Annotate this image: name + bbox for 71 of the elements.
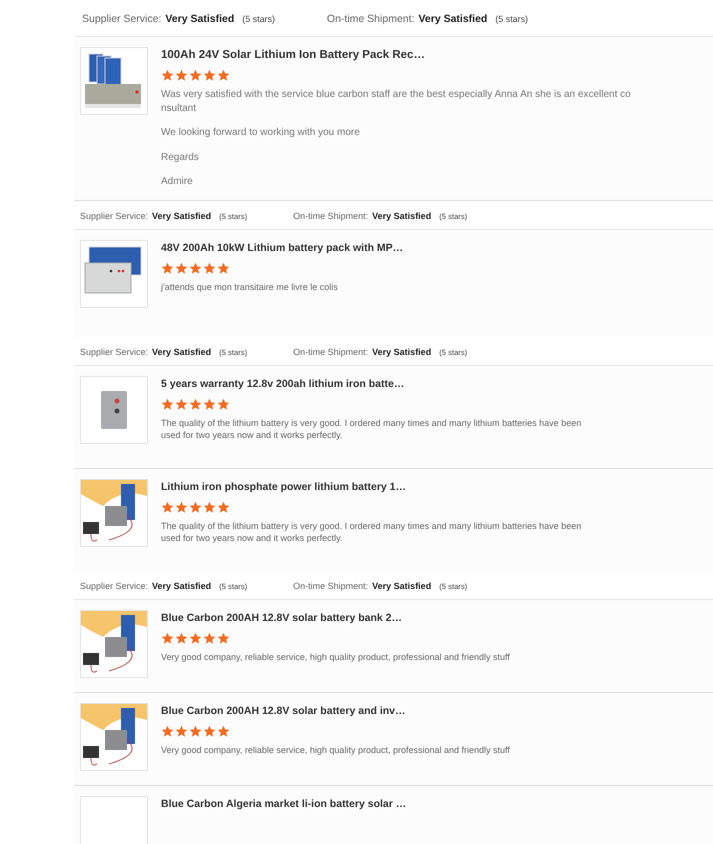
rating-stars-text: (5 stars) (242, 14, 275, 24)
star-icon (189, 398, 202, 410)
star-icon (203, 262, 216, 274)
rating-stars-text: (5 stars) (495, 14, 528, 24)
review-text: Was very satisfied with the service blue carbon staff are the best especially Anna An she is an excellent consultant (161, 88, 631, 115)
review-text: We looking forward to working with you more (161, 126, 361, 140)
star-icon (161, 632, 174, 644)
review-text: The quality of the lithium battery is very good. I ordered many times and many lithium batteries have been used for two years now and it works perfectly. (161, 416, 582, 441)
product-title[interactable]: Lithium iron phosphate power lithium battery 1… (161, 480, 643, 492)
star-icon (175, 500, 188, 514)
review-text: j'attends que mon transitaire me livre le colis (161, 280, 339, 293)
star-icon (203, 632, 216, 644)
star-icon (217, 398, 230, 410)
rating-value: Very Satisfied (372, 210, 432, 220)
star-icon (175, 724, 188, 738)
star-icon (189, 500, 202, 514)
star-icon (161, 724, 174, 738)
star-icon (175, 69, 188, 82)
star-icon (175, 262, 188, 274)
rating-label: Supplier Service: (80, 580, 148, 590)
product-title[interactable]: Blue Carbon Algeria market li-ion battery solar … (161, 798, 643, 810)
rating-label: Supplier Service: (80, 210, 148, 220)
product-thumbnail[interactable] (80, 702, 148, 770)
product-thumbnail[interactable] (80, 376, 148, 444)
star-icon (161, 69, 174, 82)
review-text: Very good company, reliable service, high quality product, professional and friendly stuff (161, 650, 511, 663)
star-icon (217, 632, 230, 644)
product-title[interactable]: 5 years warranty 12.8v 200ah lithium iron batte… (161, 378, 643, 390)
product-thumbnail[interactable] (80, 240, 148, 308)
product-thumbnail[interactable] (80, 610, 148, 678)
rating-label: Supplier Service: (80, 346, 148, 356)
star-icon (175, 632, 188, 644)
star-icon (175, 398, 188, 410)
star-icon (203, 398, 216, 410)
star-icon (161, 398, 174, 410)
review-text: Regards (161, 150, 200, 164)
rating-label: On-time Shipment: (326, 13, 414, 25)
star-icon (161, 262, 174, 274)
rating-label: On-time Shipment: (293, 580, 368, 590)
review-text: Very good company, reliable service, high quality product, professional and friendly stuff (161, 744, 511, 756)
star-icon (203, 724, 216, 738)
star-icon (217, 69, 230, 82)
rating-label: On-time Shipment: (293, 210, 368, 220)
star-icon (189, 724, 202, 738)
review-text: Admire (161, 175, 194, 188)
product-thumbnail[interactable] (80, 47, 148, 115)
rating-value: Very Satisfied (418, 13, 488, 25)
rating-value: Very Satisfied (152, 580, 212, 590)
star-icon (189, 262, 202, 274)
star-icon (189, 632, 202, 644)
review-text: The quality of the lithium battery is very good. I ordered many times and many lithium batteries have been used for two years now and it works perfectly. (161, 520, 582, 544)
star-icon (203, 69, 216, 82)
product-thumbnail[interactable] (80, 796, 148, 844)
star-icon (217, 724, 230, 738)
product-thumbnail[interactable] (80, 478, 148, 546)
rating-value: Very Satisfied (152, 346, 212, 356)
star-icon (217, 500, 230, 514)
product-title[interactable]: Blue Carbon 200AH 12.8V solar battery bank 2… (161, 612, 643, 624)
rating-value: Very Satisfied (165, 13, 234, 25)
rating-label: Supplier Service: (82, 13, 162, 25)
rating-value: Very Satisfied (152, 210, 212, 220)
rating-value: Very Satisfied (372, 580, 432, 590)
product-title[interactable]: 48V 200Ah 10kW Lithium battery pack with MP… (161, 242, 643, 254)
star-icon (217, 262, 230, 274)
star-icon (203, 500, 216, 514)
rating-value: Very Satisfied (372, 346, 432, 356)
star-icon (161, 500, 174, 514)
rating-label: On-time Shipment: (293, 346, 368, 356)
star-icon (189, 69, 202, 82)
product-title[interactable]: Blue Carbon 200AH 12.8V solar battery and inv… (161, 704, 643, 716)
product-title[interactable]: 100Ah 24V Solar Lithium Ion Battery Pack Rec… (161, 49, 643, 61)
